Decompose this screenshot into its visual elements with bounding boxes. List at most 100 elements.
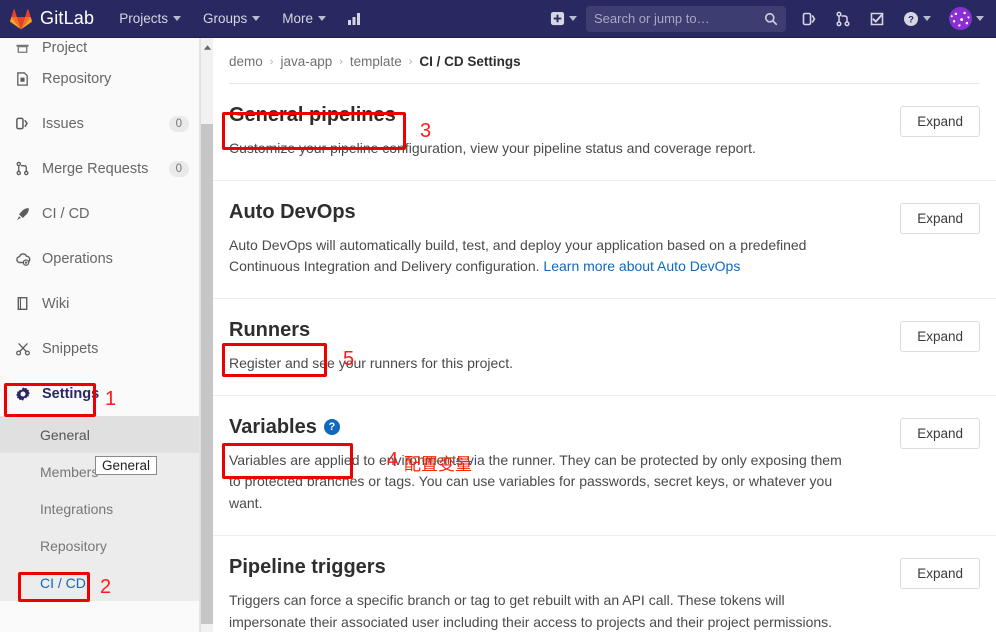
annotation-number-1: 1 [105,388,117,410]
section-pipeline-triggers: Pipeline triggers Triggers can force a s… [213,536,996,632]
sidebar-item-wiki[interactable]: Wiki [0,281,199,326]
sidebar-item-issues-label: Issues [42,115,84,132]
breadcrumb-separator: › [408,55,413,68]
expand-button-pipeline-triggers[interactable]: Expand [900,557,980,589]
section-auto-devops-body: Auto DevOps Auto DevOps will automatical… [229,201,900,278]
new-item-button[interactable] [541,0,586,38]
submenu-item-repository-label: Repository [40,537,107,554]
breadcrumb-item-java-app[interactable]: java-app [280,54,332,69]
annotation-number-3: 3 [420,120,432,142]
nav-groups-label: Groups [203,11,248,26]
sidebar-item-repository[interactable]: Repository [0,56,199,101]
merge-requests-icon [836,11,850,26]
breadcrumb-separator: › [339,55,343,68]
merge-requests-icon [14,161,31,176]
section-pipeline-triggers-title-text: Pipeline triggers [229,555,386,578]
expand-button-auto-devops[interactable]: Expand [900,202,980,234]
expand-button-runners[interactable]: Expand [900,321,980,353]
sidebar-item-snippets[interactable]: Snippets [0,326,199,371]
avatar [949,7,972,30]
breadcrumb-item-template[interactable]: template [350,54,402,69]
annotation-box-settings [4,383,96,417]
sidebar-item-operations[interactable]: Operations [0,236,199,281]
help-nav-button[interactable]: ? [894,0,940,38]
general-tooltip-label: General [102,458,151,473]
nav-analytics-button[interactable] [337,0,371,38]
sidebar-scrollbar[interactable] [200,38,214,632]
chevron-down-icon [318,16,327,21]
annotation-number-4: 4 [387,449,399,471]
annotation-box-general-pipelines [222,112,406,150]
sidebar-item-merge-requests-label: Merge Requests [42,160,149,177]
nav-projects-label: Projects [119,11,169,26]
annotation-note-variables: 配置变量 [404,455,472,475]
repository-icon [14,71,31,87]
sidebar-item-issues[interactable]: Issues 0 [0,101,199,146]
section-auto-devops-description: Auto DevOps will automatically build, te… [229,235,854,278]
user-menu-button[interactable] [940,0,996,38]
svg-text:?: ? [908,14,914,25]
breadcrumb-current-page: CI / CD Settings [419,54,521,69]
section-runners-body: Runners Register and see your runners fo… [229,319,900,375]
section-pipeline-triggers-description: Triggers can force a specific branch or … [229,591,833,630]
sidebar-item-cicd[interactable]: CI / CD [0,191,199,236]
issues-nav-button[interactable] [792,0,826,38]
project-icon [14,41,31,56]
todos-icon [870,12,884,25]
annotation-box-cicd [18,572,90,602]
help-circle-icon[interactable]: ? [323,419,340,436]
snippets-icon [14,341,31,357]
expand-button-variables[interactable]: Expand [900,417,980,449]
issues-count-badge: 0 [168,115,189,132]
nav-groups[interactable]: Groups [192,0,271,38]
section-variables-title: Variables ? [229,416,340,439]
search-icon [764,12,778,25]
sidebar-item-repository-label: Repository [42,70,112,87]
chevron-down-icon [252,16,261,21]
sidebar-item-cicd-label: CI / CD [42,205,90,222]
chart-bar-icon [348,12,361,25]
general-tooltip: General [95,456,158,475]
annotation-number-2: 2 [100,576,112,598]
gitlab-brand[interactable]: GitLab [0,0,108,37]
submenu-item-members-label: Members [40,463,99,480]
expand-button-general-pipelines[interactable]: Expand [900,106,980,137]
sidebar-item-snippets-label: Snippets [42,340,99,357]
breadcrumb: demo › java-app › template › CI / CD Set… [213,38,996,69]
sidebar-item-project[interactable]: Project [0,38,199,56]
issues-icon [14,116,31,131]
merge-requests-nav-button[interactable] [826,0,860,38]
breadcrumb-item-demo[interactable]: demo [229,54,263,69]
todos-nav-button[interactable] [860,0,894,38]
issues-icon [802,12,816,25]
sidebar-item-operations-label: Operations [42,250,113,267]
section-runners-title: Runners [229,319,310,342]
auto-devops-learn-more-link[interactable]: Learn more about Auto DevOps [543,258,740,274]
chevron-down-icon [976,16,984,21]
section-runners: Runners Register and see your runners fo… [213,299,996,396]
nav-more[interactable]: More [271,0,337,38]
section-variables-title-text: Variables [229,415,317,438]
section-pipeline-triggers-body: Pipeline triggers Triggers can force a s… [229,556,900,632]
search-placeholder: Search or jump to… [594,11,710,26]
section-runners-title-text: Runners [229,319,311,342]
submenu-item-integrations[interactable]: Integrations [0,490,199,527]
nav-projects[interactable]: Projects [108,0,192,38]
section-auto-devops-title-text: Auto DevOps [229,200,356,223]
chevron-down-icon [569,16,577,21]
top-navbar: GitLab Projects Groups More Search or ju… [0,0,996,38]
chevron-down-icon [173,16,182,21]
annotation-box-runners [222,343,327,377]
sidebar-item-merge-requests[interactable]: Merge Requests 0 [0,146,199,191]
submenu-item-general[interactable]: General [0,416,199,453]
section-auto-devops-title: Auto DevOps [229,201,356,224]
submenu-item-repository[interactable]: Repository [0,527,199,564]
nav-more-label: More [282,11,314,26]
search-input[interactable]: Search or jump to… [586,5,786,32]
section-auto-devops: Auto DevOps Auto DevOps will automatical… [213,181,996,300]
submenu-item-integrations-label: Integrations [40,500,114,517]
help-icon: ? [904,11,918,26]
chevron-down-icon [923,16,931,21]
submenu-item-general-label: General [40,426,90,443]
rocket-icon [14,206,31,222]
